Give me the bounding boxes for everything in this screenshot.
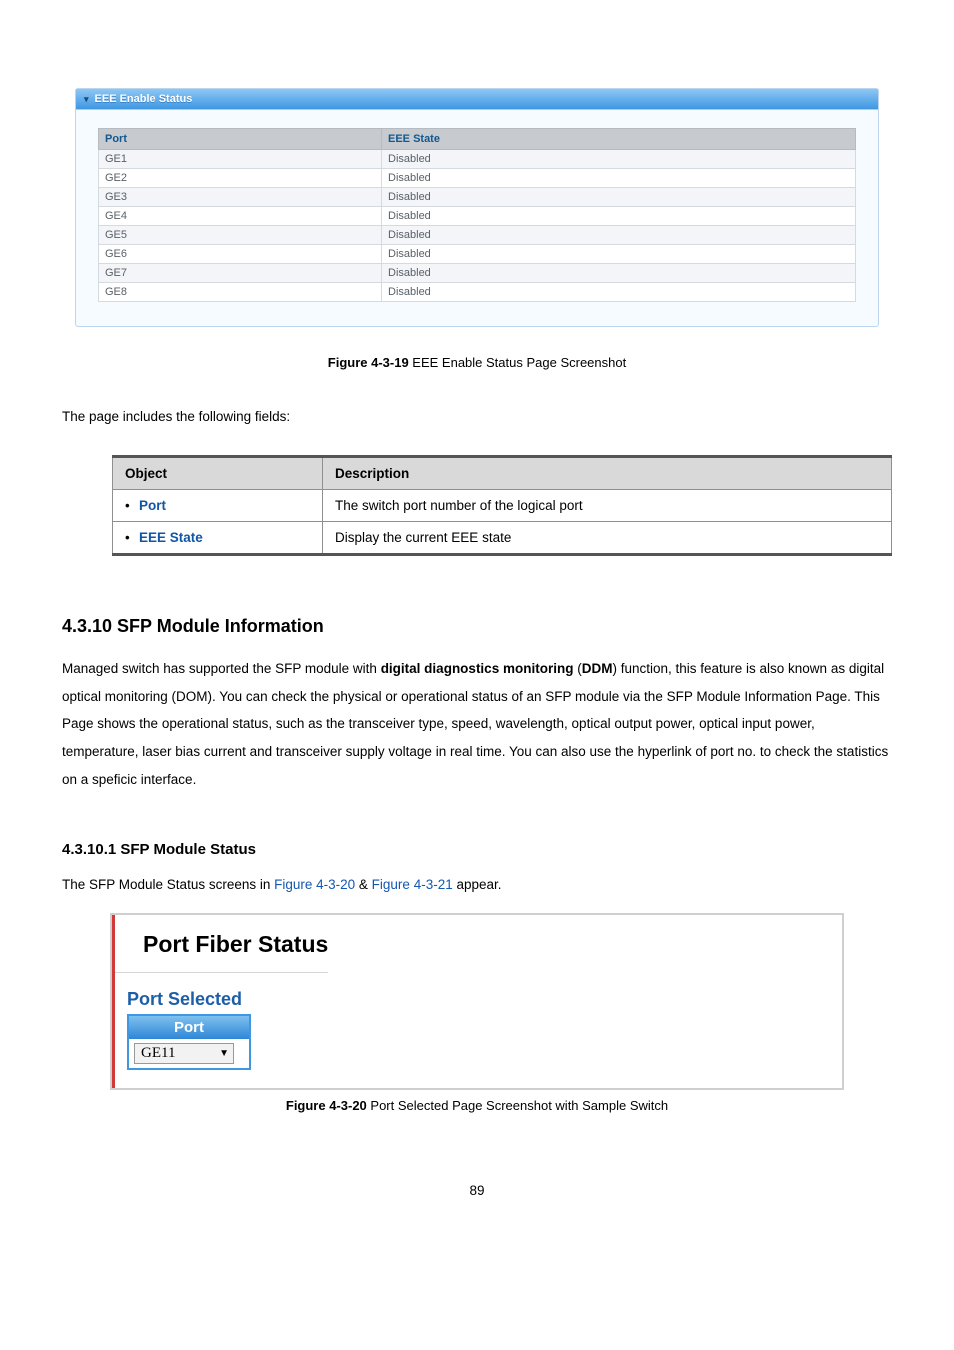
section-heading: 4.3.10 SFP Module Information (62, 616, 892, 637)
port-select-value: GE11 (141, 1045, 175, 1062)
table-row: GE6Disabled (99, 245, 856, 264)
port-fiber-status-panel: Port Fiber Status Port Selected Port GE1… (110, 913, 844, 1090)
eee-panel-title: EEE Enable Status (95, 93, 193, 105)
chevron-down-icon: ▾ (84, 94, 89, 105)
subsection-line: The SFP Module Status screens in Figure … (62, 876, 892, 895)
chevron-down-icon: ▼ (219, 1048, 229, 1059)
figure-link-4-3-20[interactable]: Figure 4-3-20 (274, 877, 355, 892)
eee-status-panel: ▾ EEE Enable Status Port EEE State GE1Di… (75, 88, 879, 327)
fiber-panel-title: Port Fiber Status (115, 929, 328, 973)
table-row: GE7Disabled (99, 264, 856, 283)
port-select-box: Port GE11 ▼ (127, 1014, 251, 1070)
port-select[interactable]: GE11 ▼ (134, 1043, 234, 1064)
table-row: GE2Disabled (99, 169, 856, 188)
subsection-heading: 4.3.10.1 SFP Module Status (62, 841, 892, 858)
table-row: GE8Disabled (99, 283, 856, 302)
section-paragraph: Managed switch has supported the SFP mod… (62, 655, 892, 793)
col-state-header: EEE State (382, 129, 856, 150)
port-selected-label: Port Selected (127, 989, 842, 1010)
obj-head-object: Object (113, 456, 323, 489)
col-port-header: Port (99, 129, 382, 150)
table-row: GE4Disabled (99, 207, 856, 226)
eee-status-table: Port EEE State GE1Disabled GE2Disabled G… (98, 128, 856, 302)
table-row: •EEE State Display the current EEE state (113, 521, 892, 554)
table-row: •Port The switch port number of the logi… (113, 489, 892, 521)
page-number: 89 (0, 1183, 954, 1198)
table-row: GE5Disabled (99, 226, 856, 245)
obj-head-description: Description (323, 456, 892, 489)
figure-caption-1: Figure 4-3-19 EEE Enable Status Page Scr… (0, 355, 954, 370)
figure-caption-2: Figure 4-3-20 Port Selected Page Screens… (0, 1098, 954, 1113)
port-box-header: Port (129, 1016, 249, 1039)
object-description-table: Object Description •Port The switch port… (112, 455, 892, 556)
eee-panel-header[interactable]: ▾ EEE Enable Status (76, 89, 878, 110)
figure-link-4-3-21[interactable]: Figure 4-3-21 (372, 877, 453, 892)
table-row: GE1Disabled (99, 150, 856, 169)
table-row: GE3Disabled (99, 188, 856, 207)
intro-line: The page includes the following fields: (62, 408, 892, 427)
